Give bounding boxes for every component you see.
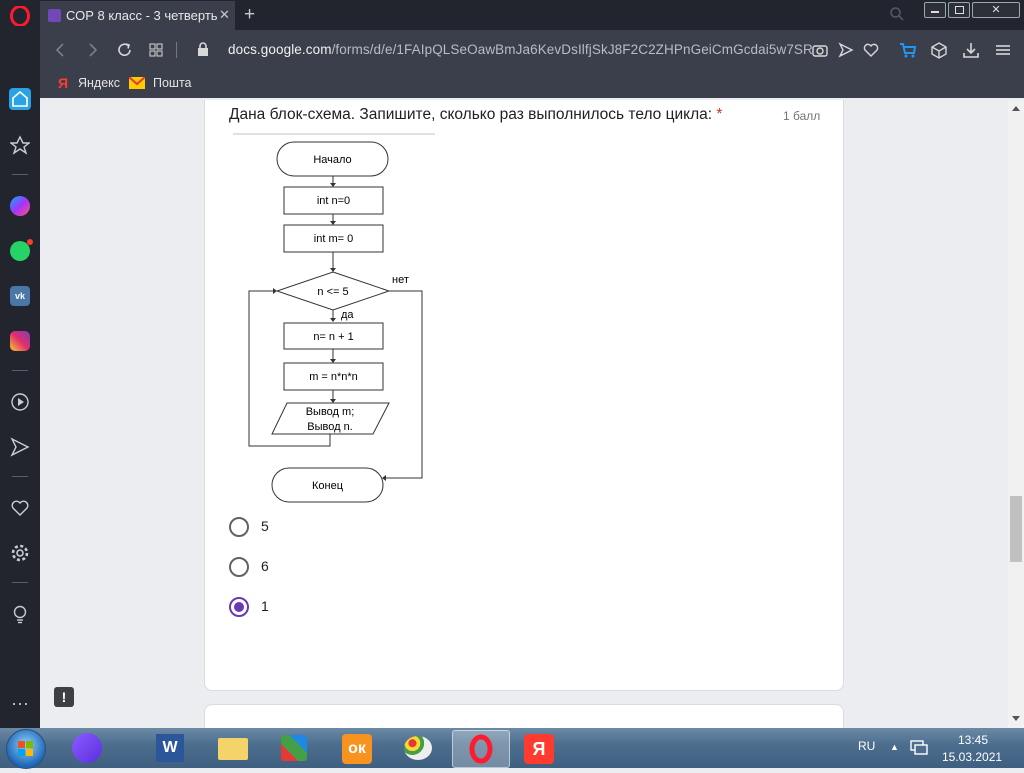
clock-time[interactable]: 13:45 xyxy=(958,733,988,747)
report-feedback-icon[interactable]: ! xyxy=(54,687,74,707)
forward-icon[interactable] xyxy=(86,42,100,58)
flow-output-line1: Вывод m; xyxy=(306,406,355,418)
radio-button[interactable] xyxy=(229,557,249,577)
close-window-button[interactable]: ✕ xyxy=(972,2,1020,18)
tab-bar: СОР 8 класс - 3 четверть ✕ + ✕ xyxy=(0,0,1024,30)
scroll-up-icon[interactable] xyxy=(1012,106,1020,111)
next-question-card xyxy=(204,704,844,728)
required-mark: * xyxy=(716,106,723,123)
extensions-cube-icon[interactable] xyxy=(930,41,948,59)
settings-gear-icon[interactable] xyxy=(10,543,30,563)
scroll-down-icon[interactable] xyxy=(1012,716,1020,721)
system-tray: RU ▲ 13:45 15.03.2021 xyxy=(840,728,1024,768)
flow-start-label: Начало xyxy=(313,154,351,166)
opera-taskbar-icon[interactable] xyxy=(452,730,510,768)
scroll-thumb[interactable] xyxy=(1010,496,1022,562)
tab-title: СОР 8 класс - 3 четверть xyxy=(66,8,218,23)
flow-init-m-label: int m= 0 xyxy=(314,233,353,245)
url-field[interactable]: docs.google.com/forms/d/e/1FAIpQLSeOawBm… xyxy=(228,42,813,57)
flow-step-m-label: m = n*n*n xyxy=(309,371,358,383)
flow-no-branch xyxy=(385,290,423,479)
speed-dial-icon[interactable] xyxy=(148,42,164,58)
bookmarks-bar: Я Яндекс Пошта xyxy=(40,70,1024,98)
tab-close-icon[interactable]: ✕ xyxy=(219,7,230,23)
opera-sidebar: vk ··· xyxy=(0,30,40,728)
bookmark-mail[interactable]: Пошта xyxy=(153,76,192,90)
download-icon[interactable] xyxy=(962,41,980,59)
flowchart-image: Начало int n=0 int m= 0 n <= 5 нет да n=… xyxy=(233,133,435,503)
flow-send-icon[interactable] xyxy=(10,437,30,457)
question-card: Дана блок-схема. Запишите, сколько раз в… xyxy=(204,100,844,691)
radio-button[interactable] xyxy=(229,517,249,537)
flow-yes-label: да xyxy=(341,309,354,321)
rubik-cube-taskbar-icon[interactable] xyxy=(270,730,320,766)
flow-output-line2: Вывод n. xyxy=(307,421,353,433)
option-label: 5 xyxy=(261,518,269,534)
player-icon[interactable] xyxy=(10,392,30,412)
show-hidden-icons-icon[interactable]: ▲ xyxy=(890,742,899,752)
easy-setup-icon[interactable] xyxy=(994,41,1012,59)
network-icon[interactable] xyxy=(910,739,928,755)
restore-button[interactable] xyxy=(948,2,970,18)
paint-taskbar-icon[interactable] xyxy=(394,730,444,766)
cart-icon[interactable] xyxy=(899,41,917,59)
whatsapp-icon[interactable] xyxy=(10,239,33,261)
odnoklassniki-taskbar-icon[interactable]: ок xyxy=(332,730,382,766)
home-icon[interactable] xyxy=(9,88,31,110)
back-icon[interactable] xyxy=(54,42,68,58)
flow-no-label: нет xyxy=(392,274,409,286)
flow-condition-label: n <= 5 xyxy=(317,286,348,298)
new-tab-icon[interactable]: + xyxy=(244,4,255,26)
yandex-browser-taskbar-icon[interactable]: Я xyxy=(514,730,564,766)
lightbulb-icon[interactable] xyxy=(10,604,30,624)
bookmark-yandex[interactable]: Яндекс xyxy=(78,76,120,90)
question-title: Дана блок-схема. Запишите, сколько раз в… xyxy=(229,106,723,123)
instagram-icon[interactable] xyxy=(10,331,30,351)
heart-icon[interactable] xyxy=(863,42,879,58)
vk-icon[interactable]: vk xyxy=(10,286,30,306)
alice-icon[interactable] xyxy=(72,733,102,763)
word-taskbar-icon[interactable]: W xyxy=(146,730,196,766)
snapshot-icon[interactable] xyxy=(812,42,828,58)
flow-end-label: Конец xyxy=(312,480,344,492)
mail-icon xyxy=(129,77,145,89)
flow-init-n-label: int n=0 xyxy=(317,195,350,207)
browser-tab[interactable]: СОР 8 класс - 3 четверть ✕ xyxy=(40,1,235,30)
page-content: Дана блок-схема. Запишите, сколько раз в… xyxy=(40,100,1008,728)
yandex-icon: Я xyxy=(58,75,69,91)
option-label: 1 xyxy=(261,598,269,614)
reload-icon[interactable] xyxy=(116,41,134,59)
language-indicator[interactable]: RU xyxy=(858,739,875,753)
points-label: 1 балл xyxy=(783,109,821,123)
send-icon[interactable] xyxy=(838,42,854,58)
option-label: 6 xyxy=(261,558,269,574)
bookmarks-icon[interactable] xyxy=(10,135,30,155)
messenger-icon[interactable] xyxy=(10,196,30,216)
google-forms-icon xyxy=(48,9,61,22)
personal-news-heart-icon[interactable] xyxy=(10,498,30,518)
opera-logo-icon[interactable] xyxy=(10,6,30,26)
clock-date[interactable]: 15.03.2021 xyxy=(942,750,1002,764)
taskbar: W ок Я RU ▲ 13:45 15.03.2021 xyxy=(0,728,1024,769)
address-bar: docs.google.com/forms/d/e/1FAIpQLSeOawBm… xyxy=(40,30,1024,70)
tab-search-icon[interactable] xyxy=(889,6,905,22)
page-scrollbar[interactable] xyxy=(1008,100,1024,728)
minimize-button[interactable] xyxy=(924,2,946,18)
radio-button-selected[interactable] xyxy=(229,597,249,617)
lock-icon[interactable] xyxy=(196,41,210,58)
explorer-taskbar-icon[interactable] xyxy=(208,730,258,766)
start-button[interactable] xyxy=(6,729,46,769)
flow-step-n-label: n= n + 1 xyxy=(313,331,353,343)
more-icon[interactable]: ··· xyxy=(11,694,29,712)
